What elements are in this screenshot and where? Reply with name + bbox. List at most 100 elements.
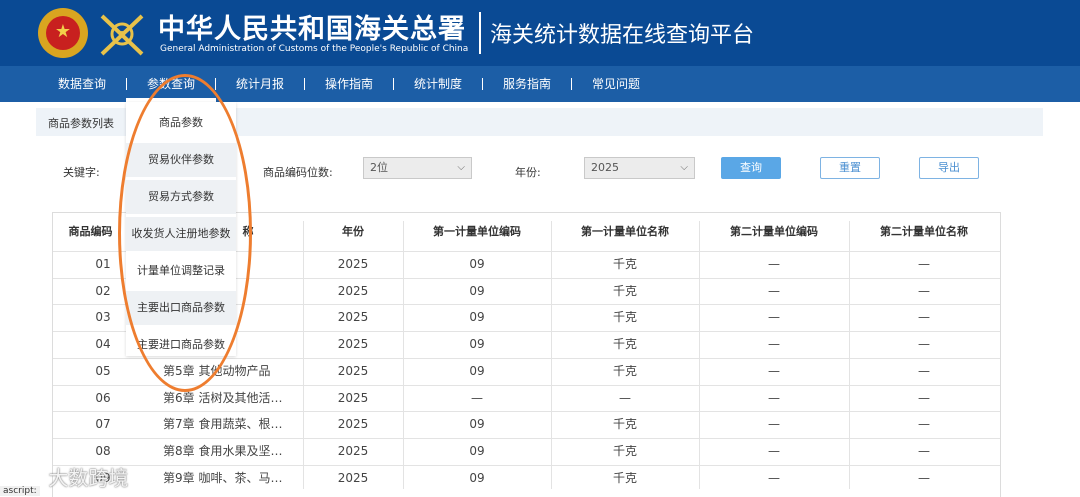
param-dropdown-menu: 商品参数 贸易伙伴参数 贸易方式参数 收发货人注册地参数 计量单位调整记录 主要… — [126, 102, 236, 356]
status-text: ascript: — [0, 486, 40, 496]
menu-item-partner-params[interactable]: 贸易伙伴参数 — [126, 143, 236, 177]
cell-u2code: — — [768, 283, 780, 298]
menu-item-unit-adjust-records[interactable]: 计量单位调整记录 — [126, 254, 236, 288]
nav-separator — [304, 78, 305, 90]
header-unit1-code: 第一计量单位编码 — [433, 225, 521, 238]
cell-name: 第9章 咖啡、茶、马… — [163, 470, 283, 485]
cell-year: 2025 — [337, 283, 369, 298]
cell-u2name: — — [918, 283, 930, 298]
header-code: 商品编码 — [68, 225, 113, 238]
cell-u1name: 千克 — [612, 363, 637, 378]
cell-u2name: — — [918, 363, 930, 378]
cell-u2name: — — [918, 337, 930, 352]
cell-year: 2025 — [337, 443, 369, 458]
code-digits-value: 2位 — [370, 161, 388, 174]
cell-u2code: — — [768, 443, 780, 458]
cell-u1name: 千克 — [612, 283, 637, 298]
reset-button[interactable]: 重置 — [820, 157, 880, 179]
cell-u2code: — — [768, 470, 780, 485]
nav-monthly-report[interactable]: 统计月报 — [236, 66, 284, 102]
header-unit1-name: 第一计量单位名称 — [581, 225, 669, 238]
customs-emblem-icon — [100, 14, 144, 56]
cell-u2name: — — [918, 443, 930, 458]
nav-separator — [393, 78, 394, 90]
cell-year: 2025 — [337, 337, 369, 352]
cell-u1code: 09 — [469, 257, 485, 271]
cell-code: 06 — [95, 390, 111, 405]
header-name: 称 — [242, 225, 254, 238]
cell-u2name: — — [918, 417, 930, 432]
cell-u2name: — — [918, 390, 930, 405]
cell-u1name: 千克 — [612, 337, 637, 352]
cell-u1code: 09 — [469, 417, 485, 432]
code-digits-select[interactable]: 2位 ⌵ — [363, 157, 472, 179]
keyword-label: 关键字: — [63, 166, 100, 179]
cell-year: 2025 — [337, 310, 369, 325]
cell-u2code: — — [768, 363, 780, 378]
cell-u2code: — — [768, 337, 780, 352]
main-nav: 数据查询 参数查询 统计月报 操作指南 统计制度 服务指南 常见问题 — [0, 66, 1080, 102]
year-label: 年份: — [515, 166, 541, 179]
menu-item-consignee-location-params[interactable]: 收发货人注册地参数 — [126, 217, 236, 251]
nav-statistics-system[interactable]: 统计制度 — [414, 66, 462, 102]
cell-name: 第8章 食用水果及坚… — [163, 443, 283, 458]
cell-u1name: 千克 — [612, 257, 637, 271]
menu-item-commodity-params[interactable]: 商品参数 — [126, 106, 236, 140]
cell-u2name: — — [918, 257, 930, 271]
national-emblem-icon: ★ — [38, 8, 88, 58]
nav-faq[interactable]: 常见问题 — [592, 66, 640, 102]
year-select[interactable]: 2025 ⌵ — [584, 157, 695, 179]
cell-year: 2025 — [337, 390, 369, 405]
cell-u2name: — — [918, 470, 930, 485]
menu-item-main-export-params[interactable]: 主要出口商品参数 — [126, 291, 236, 325]
nav-service-guide[interactable]: 服务指南 — [503, 66, 551, 102]
header-year: 年份 — [342, 225, 364, 238]
cell-year: 2025 — [337, 417, 369, 432]
watermark-text: 大数跨境 — [48, 466, 129, 490]
query-button[interactable]: 查询 — [721, 157, 781, 179]
cell-u1name: — — [619, 390, 631, 405]
code-digits-label: 商品编码位数: — [263, 166, 333, 179]
cell-u1code: 09 — [469, 470, 485, 485]
nav-separator — [215, 78, 216, 90]
nav-param-query[interactable]: 参数查询 — [147, 66, 195, 102]
cell-u2code: — — [768, 390, 780, 405]
cell-u1code: 09 — [469, 337, 485, 352]
nav-data-query[interactable]: 数据查询 — [58, 66, 106, 102]
cell-u1code: 09 — [469, 443, 485, 458]
cell-u1name: 千克 — [612, 417, 637, 432]
cell-u1name: 千克 — [612, 310, 637, 325]
nav-operation-guide[interactable]: 操作指南 — [325, 66, 373, 102]
cell-name: 第6章 活树及其他活… — [163, 390, 283, 405]
export-button[interactable]: 导出 — [919, 157, 979, 179]
cell-u2code: — — [768, 257, 780, 271]
chevron-down-icon: ⌵ — [680, 162, 688, 173]
cell-u1code: 09 — [469, 363, 485, 378]
header-divider — [479, 12, 481, 54]
nav-separator — [126, 78, 127, 90]
org-name: 中华人民共和国海关总署 — [158, 14, 466, 45]
nav-separator — [482, 78, 483, 90]
cell-u1name: 千克 — [612, 470, 637, 485]
cell-code: 07 — [95, 417, 111, 432]
cell-u1code: — — [471, 390, 483, 405]
cell-year: 2025 — [337, 257, 369, 271]
cell-u2code: — — [768, 417, 780, 432]
cell-name: 第7章 食用蔬菜、根… — [163, 417, 283, 432]
cell-year: 2025 — [337, 470, 369, 485]
site-header: ★ 中华人民共和国海关总署 General Administration of … — [0, 0, 1080, 66]
cell-u1name: 千克 — [612, 443, 637, 458]
menu-item-main-import-params[interactable]: 主要进口商品参数 — [126, 328, 236, 362]
header-unit2-name: 第二计量单位名称 — [880, 225, 968, 238]
menu-item-trade-mode-params[interactable]: 贸易方式参数 — [126, 180, 236, 214]
chevron-down-icon: ⌵ — [457, 162, 465, 173]
nav-separator — [571, 78, 572, 90]
org-name-en: General Administration of Customs of the… — [160, 44, 469, 54]
cell-u1code: 09 — [469, 283, 485, 298]
cell-code: 08 — [95, 443, 111, 458]
cell-u1code: 09 — [469, 310, 485, 325]
year-value: 2025 — [591, 161, 619, 174]
header-unit2-code: 第二计量单位编码 — [730, 225, 818, 238]
cell-year: 2025 — [337, 363, 369, 378]
cell-u2code: — — [768, 310, 780, 325]
